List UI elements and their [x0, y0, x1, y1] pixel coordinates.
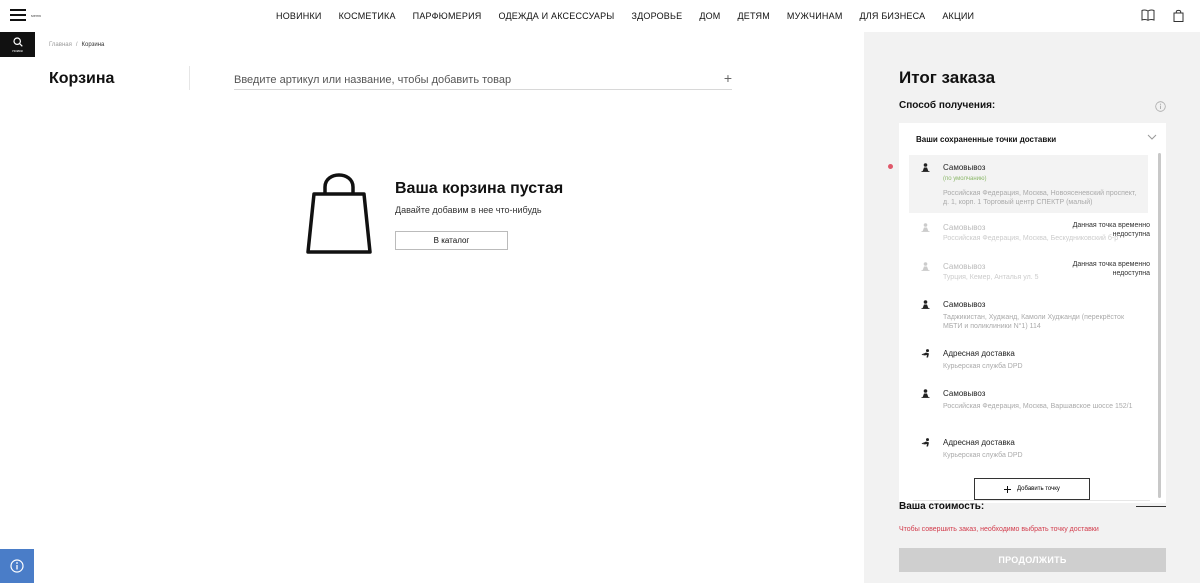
- pickup-icon: [921, 223, 930, 232]
- info-circle-icon[interactable]: [1155, 99, 1166, 117]
- top-bar: меню НОВИНКИ КОСМЕТИКА ПАРФЮМЕРИЯ ОДЕЖДА…: [0, 0, 1200, 32]
- option-address: Российская Федерация, Москва, Новоясенев…: [943, 190, 1137, 206]
- pickup-icon: [921, 262, 930, 271]
- add-product-field: +: [234, 70, 732, 90]
- option-address: Курьерская служба DPD: [943, 363, 1023, 370]
- hamburger-icon: [10, 9, 26, 21]
- nav-item-cosmetics[interactable]: КОСМЕТИКА: [339, 11, 396, 21]
- delivery-option[interactable]: Адресная доставка Курьерская служба DPD: [909, 430, 1148, 470]
- add-plus-icon[interactable]: +: [724, 71, 732, 85]
- menu-button[interactable]: меню: [10, 9, 41, 21]
- delivery-points-dropdown: Ваши сохраненные точки доставки Самовыво…: [899, 123, 1166, 503]
- catalog-book-icon[interactable]: [1141, 9, 1155, 22]
- empty-bag-icon: [306, 172, 372, 261]
- nav-item-clothing[interactable]: ОДЕЖДА И АКСЕССУАРЫ: [498, 11, 614, 21]
- breadcrumb-separator: /: [75, 42, 78, 48]
- divider: [189, 66, 190, 90]
- delivery-option[interactable]: Самовывоз Российская Федерация, Москва, …: [909, 381, 1148, 427]
- option-unavailable-note: Данная точка временно недоступна: [1072, 261, 1150, 277]
- delivery-option[interactable]: Самовывоз Турция, Кемер, Анталья ул. 5 Д…: [909, 254, 1150, 292]
- cost-line: [1136, 506, 1166, 507]
- option-name: Адресная доставка: [943, 349, 1015, 358]
- delivery-option[interactable]: Самовывоз Таджикистан, Худжанд, Камоли Х…: [909, 292, 1148, 338]
- page-title: Корзина: [49, 70, 115, 87]
- option-address: Таджикистан, Худжанд, Камоли Худжанди (п…: [943, 314, 1125, 330]
- option-name: Самовывоз: [943, 300, 986, 309]
- nav-item-men[interactable]: МУЖЧИНАМ: [787, 11, 843, 21]
- required-dot: [888, 164, 893, 169]
- option-name: Самовывоз: [943, 389, 986, 398]
- proceed-button[interactable]: ПРОДОЛЖИТЬ: [899, 548, 1166, 572]
- shopping-bag-icon[interactable]: [1173, 9, 1184, 22]
- cost-label: Ваша стоимость:: [899, 501, 985, 512]
- option-name: Самовывоз: [943, 163, 986, 172]
- breadcrumb-home[interactable]: Главная: [49, 42, 72, 48]
- nav-item-perfume[interactable]: ПАРФЮМЕРИЯ: [413, 11, 482, 21]
- search-label: поиск: [12, 47, 23, 53]
- nav-item-kids[interactable]: ДЕТЯМ: [738, 11, 770, 21]
- dropdown-scrollbar[interactable]: [1158, 153, 1161, 498]
- option-address: Курьерская служба DPD: [943, 452, 1023, 459]
- option-name: Самовывоз: [943, 223, 986, 232]
- info-icon: [10, 559, 24, 573]
- option-name: Самовывоз: [943, 262, 986, 271]
- search-button[interactable]: поиск: [0, 32, 35, 57]
- main-nav: НОВИНКИ КОСМЕТИКА ПАРФЮМЕРИЯ ОДЕЖДА И АК…: [276, 11, 991, 21]
- delivery-method-label: Способ получения:: [899, 100, 996, 111]
- breadcrumb: Главная / Корзина: [49, 42, 104, 48]
- pickup-icon: [921, 300, 930, 309]
- chevron-down-icon: [1147, 134, 1157, 140]
- delivery-option[interactable]: Самовывоз (по умолчанию) Российская Феде…: [909, 155, 1148, 213]
- dropdown-title: Ваши сохраненные точки доставки: [916, 134, 1057, 144]
- delivery-option[interactable]: Адресная доставка Курьерская служба DPD: [909, 341, 1148, 381]
- add-point-label: Добавить точку: [1017, 486, 1060, 492]
- top-icons: [1141, 9, 1184, 22]
- empty-cart-title: Ваша корзина пустая: [395, 180, 564, 197]
- menu-label: меню: [31, 12, 42, 18]
- order-summary-panel: Итог заказа Способ получения: Ваши сохра…: [864, 32, 1200, 583]
- courier-icon: [921, 349, 929, 358]
- nav-item-health[interactable]: ЗДОРОВЬЕ: [631, 11, 682, 21]
- option-name: Адресная доставка: [943, 438, 1015, 447]
- option-address: Российская Федерация, Москва, Варшавское…: [943, 403, 1133, 410]
- empty-cart-subtitle: Давайте добавим в нее что-нибудь: [395, 205, 542, 215]
- courier-icon: [921, 438, 929, 447]
- nav-item-new[interactable]: НОВИНКИ: [276, 11, 322, 21]
- catalog-button[interactable]: В каталог: [395, 231, 508, 250]
- summary-title: Итог заказа: [899, 68, 996, 87]
- dropdown-header[interactable]: Ваши сохраненные точки доставки: [899, 123, 1166, 155]
- nav-item-sales[interactable]: АКЦИИ: [942, 11, 974, 21]
- nav-item-home[interactable]: ДОМ: [699, 11, 720, 21]
- breadcrumb-current: Корзина: [81, 42, 105, 48]
- option-default-tag: (по умолчанию): [943, 176, 987, 182]
- nav-item-business[interactable]: ДЛЯ БИЗНЕСА: [860, 11, 926, 21]
- delivery-warning: Чтобы совершить заказ, необходимо выбрат…: [899, 526, 1099, 533]
- add-point-button[interactable]: Добавить точку: [974, 478, 1090, 500]
- pickup-icon: [921, 163, 930, 172]
- add-product-input[interactable]: [234, 74, 704, 86]
- pickup-icon: [921, 389, 930, 398]
- delivery-option[interactable]: Самовывоз Российская Федерация, Москва, …: [909, 215, 1150, 253]
- info-button[interactable]: [0, 549, 34, 583]
- plus-icon: [1004, 485, 1012, 493]
- option-unavailable-note: Данная точка временно недоступна: [1072, 222, 1150, 238]
- search-icon: [12, 36, 23, 47]
